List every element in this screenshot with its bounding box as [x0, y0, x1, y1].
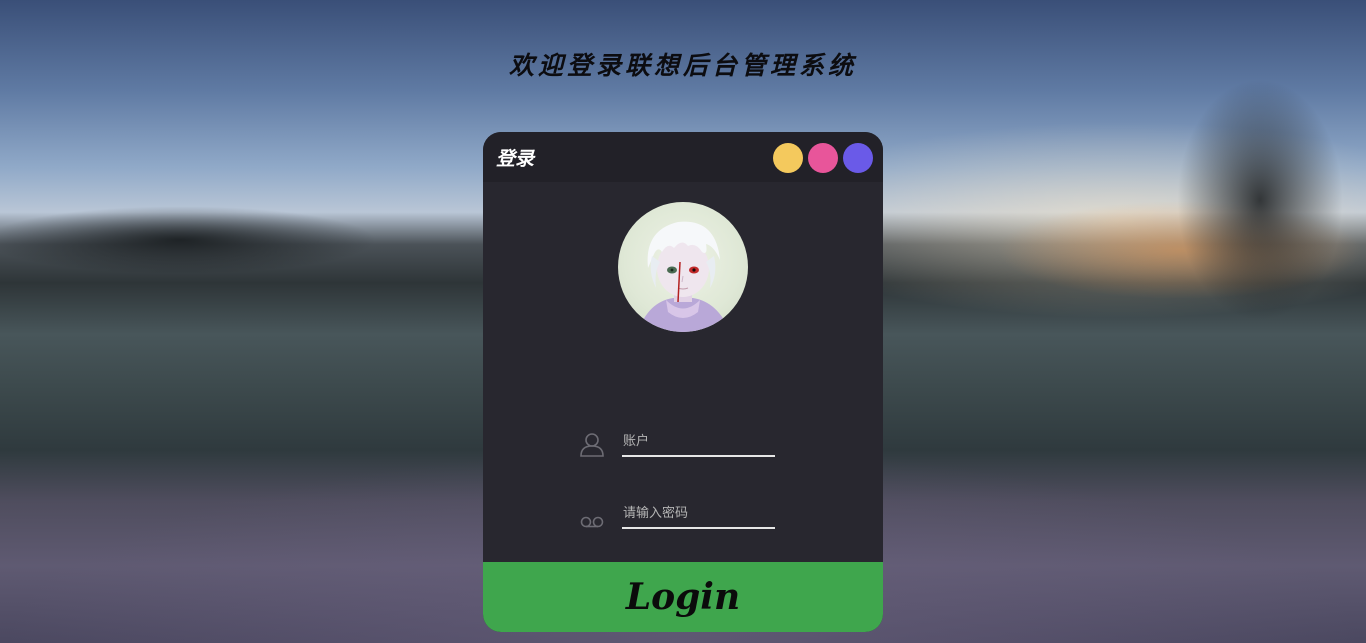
account-input[interactable]: [622, 427, 775, 457]
password-input[interactable]: [622, 499, 775, 529]
login-card: 登录 账户 Login: [483, 132, 883, 632]
card-header: 登录: [483, 132, 883, 182]
login-button[interactable]: Login: [483, 562, 883, 632]
window-dot-pink[interactable]: [808, 143, 838, 173]
voicemail-icon: [580, 516, 604, 528]
card-header-title: 登录: [496, 148, 535, 170]
background-tree-right: [1130, 40, 1366, 360]
user-icon: [580, 433, 604, 457]
background-treeline-left: [0, 195, 480, 285]
page-title: 欢迎登录联想后台管理系统: [508, 51, 857, 80]
window-dot-yellow[interactable]: [773, 143, 803, 173]
avatar-image: [638, 221, 730, 332]
window-dot-purple[interactable]: [843, 143, 873, 173]
avatar: [618, 202, 748, 332]
